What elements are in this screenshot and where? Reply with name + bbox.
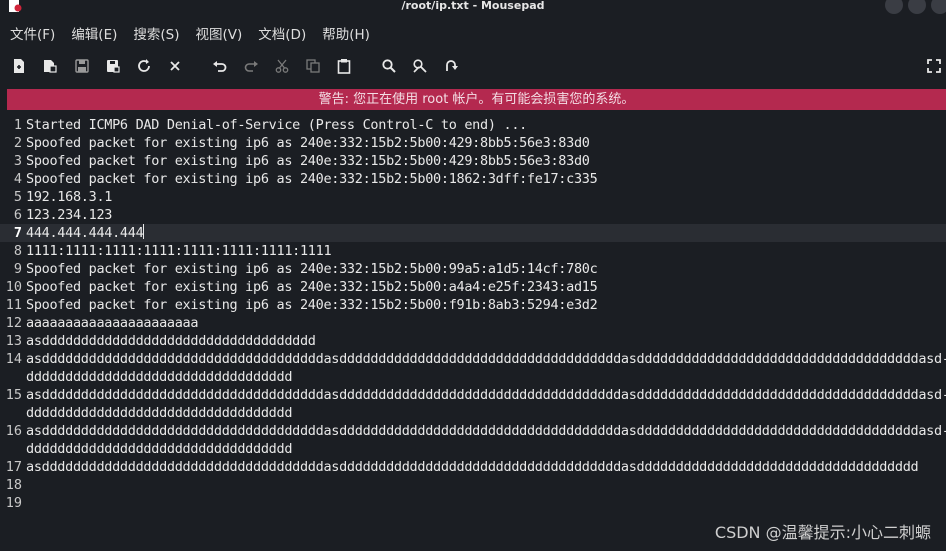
editor-line[interactable]: 15 asdddddddddddddddddddddddddddddddddddd… bbox=[0, 386, 946, 404]
editor-line[interactable]: 1 Started ICMP6 DAD Denial-of-Service (Pr… bbox=[0, 116, 946, 134]
line-number: 16 bbox=[5, 423, 22, 439]
go-to-icon[interactable] bbox=[442, 57, 460, 75]
line-number: 13 bbox=[5, 333, 22, 349]
menu-help[interactable]: 帮助(H) bbox=[322, 22, 370, 48]
editor-line[interactable]: dddddddddddddddddddddddddddddddddd bbox=[0, 368, 946, 386]
line-text: dddddddddddddddddddddddddddddddddd bbox=[26, 441, 293, 457]
line-text: 444.444.444.444 bbox=[26, 224, 145, 241]
editor-line[interactable]: 10 Spoofed packet for existing ip6 as 240… bbox=[0, 278, 946, 296]
line-text: Spoofed packet for existing ip6 as 240e:… bbox=[26, 297, 598, 313]
menu-search[interactable]: 搜索(S) bbox=[133, 22, 179, 48]
line-text: Started ICMP6 DAD Denial-of-Service (Pre… bbox=[26, 117, 527, 133]
close-icon[interactable] bbox=[166, 57, 184, 75]
cut-icon[interactable] bbox=[273, 57, 291, 75]
line-number: 17 bbox=[5, 459, 22, 475]
watermark-text: CSDN @温馨提示:小心二刺螈 bbox=[714, 523, 931, 542]
reload-icon[interactable] bbox=[135, 57, 153, 75]
save-as-icon[interactable] bbox=[104, 57, 122, 75]
line-text: asddddddddddddddddddddddddddddddddddddas… bbox=[26, 459, 919, 475]
line-text: dddddddddddddddddddddddddddddddddd bbox=[26, 369, 293, 385]
line-number: 5 bbox=[13, 189, 22, 205]
menu-document[interactable]: 文档(D) bbox=[258, 22, 306, 48]
editor-line[interactable]: 2 Spoofed packet for existing ip6 as 240e… bbox=[0, 134, 946, 152]
line-text: Spoofed packet for existing ip6 as 240e:… bbox=[26, 261, 598, 277]
line-number: 2 bbox=[13, 135, 22, 151]
line-text: Spoofed packet for existing ip6 as 240e:… bbox=[26, 153, 590, 169]
editor-line[interactable]: 12 aaaaaaaaaaaaaaaaaaaaaa bbox=[0, 314, 946, 332]
line-number: 4 bbox=[13, 171, 22, 187]
line-number: 11 bbox=[5, 297, 22, 313]
editor-line[interactable]: 8 1111:1111:1111:1111:1111:1111:1111:1111 bbox=[0, 242, 946, 260]
editor-line[interactable]: 5 192.168.3.1 bbox=[0, 188, 946, 206]
paste-icon[interactable] bbox=[335, 57, 353, 75]
find-replace-icon[interactable] bbox=[411, 57, 429, 75]
line-number: 8 bbox=[13, 243, 22, 259]
editor-line[interactable]: 17 asdddddddddddddddddddddddddddddddddddd… bbox=[0, 458, 946, 476]
line-number: 1 bbox=[13, 117, 22, 133]
editor-line[interactable]: 4 Spoofed packet for existing ip6 as 240e… bbox=[0, 170, 946, 188]
editor-line[interactable]: 14 asdddddddddddddddddddddddddddddddddddd… bbox=[0, 350, 946, 368]
line-text: asddddddddddddddddddddddddddddddddddddas… bbox=[26, 351, 946, 367]
menu-edit[interactable]: 编辑(E) bbox=[71, 22, 117, 48]
line-text: Spoofed packet for existing ip6 as 240e:… bbox=[26, 279, 598, 295]
copy-icon[interactable] bbox=[304, 57, 322, 75]
editor-line[interactable]: dddddddddddddddddddddddddddddddddd bbox=[0, 404, 946, 422]
line-number: 15 bbox=[5, 387, 22, 403]
toolbar bbox=[0, 54, 946, 80]
line-number: 3 bbox=[13, 153, 22, 169]
line-text: Spoofed packet for existing ip6 as 240e:… bbox=[26, 171, 598, 187]
menu-bar: 文件(F) 编辑(E) 搜索(S) 视图(V) 文档(D) 帮助(H) bbox=[0, 22, 386, 48]
line-text: 1111:1111:1111:1111:1111:1111:1111:1111 bbox=[26, 243, 332, 259]
editor-line[interactable]: 13 asddddddddddddddddddddddddddddddddddd bbox=[0, 332, 946, 350]
editor-line[interactable]: 19 bbox=[0, 494, 946, 512]
editor-line[interactable]: 7 444.444.444.444 bbox=[0, 224, 946, 242]
close-window-button[interactable] bbox=[931, 0, 946, 14]
editor-line[interactable]: 3 Spoofed packet for existing ip6 as 240e… bbox=[0, 152, 946, 170]
text-editor[interactable]: 1 Started ICMP6 DAD Denial-of-Service (Pr… bbox=[0, 115, 946, 551]
line-text: asddddddddddddddddddddddddddddddddddd bbox=[26, 333, 316, 349]
line-text: 192.168.3.1 bbox=[26, 189, 113, 205]
line-number: 6 bbox=[13, 207, 22, 223]
redo-icon[interactable] bbox=[242, 57, 260, 75]
line-number: 18 bbox=[5, 477, 22, 493]
text-cursor bbox=[143, 224, 145, 239]
new-document-icon[interactable] bbox=[10, 57, 28, 75]
line-text: 123.234.123 bbox=[26, 207, 113, 223]
editor-line[interactable]: dddddddddddddddddddddddddddddddddd bbox=[0, 440, 946, 458]
undo-icon[interactable] bbox=[211, 57, 229, 75]
save-icon[interactable] bbox=[73, 57, 91, 75]
find-icon[interactable] bbox=[380, 57, 398, 75]
line-number: 19 bbox=[5, 495, 22, 511]
menu-file[interactable]: 文件(F) bbox=[10, 22, 55, 48]
root-warning-bar: 警告: 您正在使用 root 帐户。有可能会损害您的系统。 bbox=[7, 89, 946, 110]
editor-line[interactable]: 9 Spoofed packet for existing ip6 as 240e… bbox=[0, 260, 946, 278]
menu-view[interactable]: 视图(V) bbox=[196, 22, 243, 48]
title-bar: /root/ip.txt - Mousepad bbox=[0, 0, 946, 14]
line-text: aaaaaaaaaaaaaaaaaaaaaa bbox=[26, 315, 199, 331]
fullscreen-icon[interactable] bbox=[925, 57, 943, 75]
line-number: 9 bbox=[13, 261, 22, 277]
editor-line[interactable]: 11 Spoofed packet for existing ip6 as 240… bbox=[0, 296, 946, 314]
line-text: Spoofed packet for existing ip6 as 240e:… bbox=[26, 135, 590, 151]
line-number: 12 bbox=[5, 315, 22, 331]
new-window-icon[interactable] bbox=[41, 57, 59, 75]
line-text: asddddddddddddddddddddddddddddddddddddas… bbox=[26, 387, 946, 403]
editor-line[interactable]: 16 asdddddddddddddddddddddddddddddddddddd… bbox=[0, 422, 946, 440]
editor-line[interactable]: 18 bbox=[0, 476, 946, 494]
editor-line[interactable]: 6 123.234.123 bbox=[0, 206, 946, 224]
line-number: 10 bbox=[5, 279, 22, 295]
window-title: /root/ip.txt - Mousepad bbox=[401, 0, 545, 12]
line-text: dddddddddddddddddddddddddddddddddd bbox=[26, 405, 293, 421]
line-number: 7 bbox=[13, 225, 22, 241]
line-text: asddddddddddddddddddddddddddddddddddddas… bbox=[26, 423, 946, 439]
line-number: 14 bbox=[5, 351, 22, 367]
